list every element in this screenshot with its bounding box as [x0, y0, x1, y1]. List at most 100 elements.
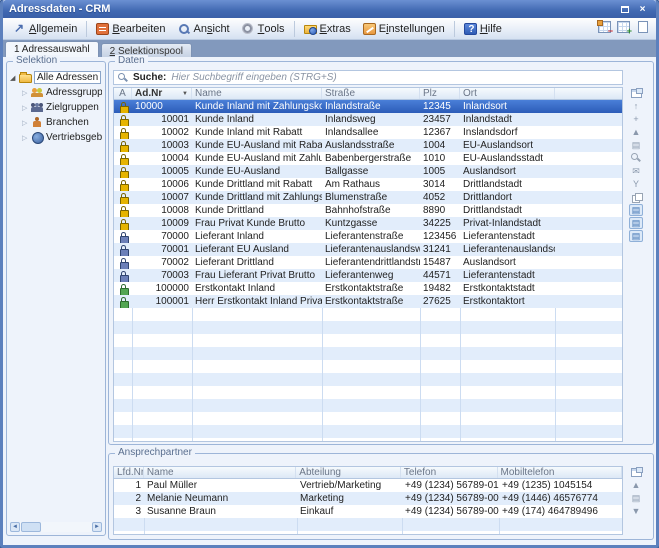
menu-bar: Allgemein Bearbeiten Ansicht — [3, 18, 656, 40]
menu-item[interactable]: Tools — [237, 21, 290, 37]
expand-icon[interactable]: + — [629, 113, 643, 125]
tree-root-alle-adressen[interactable]: ◢ Alle Adressen — [10, 70, 102, 85]
address-row[interactable]: 10002 Kunde Inland mit Rabatt Inlandsall… — [114, 126, 622, 139]
address-row[interactable]: 10007 Kunde Drittland mit Zahlungskondit… — [114, 191, 622, 204]
restore-button[interactable] — [617, 3, 632, 16]
tree-item[interactable]: ▷ Vertriebsgebiete — [10, 130, 102, 145]
address-row[interactable]: 10006 Kunde Drittland mit Rabatt Am Rath… — [114, 178, 622, 191]
col-header-telefon[interactable]: Telefon — [401, 467, 498, 478]
selektion-tree: ◢ Alle Adressen ▷ Adressgruppen ▷ — [10, 70, 102, 145]
menu-item[interactable]: Ansicht — [173, 21, 235, 37]
daten-side-toolbar: ↑ + ▲ ▤ ✉ Y ▤ ▤ ▤ — [629, 87, 645, 440]
toolbar-right: − + — [598, 21, 648, 33]
title-bar[interactable]: Adressdaten - CRM × — [3, 0, 656, 18]
search-detail-icon[interactable] — [629, 152, 643, 164]
tree-item-icon — [31, 117, 44, 128]
lock-icon — [120, 128, 127, 138]
contact-row[interactable]: 3 Susanne Braun Einkauf +49 (1234) 56789… — [114, 505, 622, 518]
view-button-3[interactable]: ▤ — [629, 230, 643, 242]
address-row[interactable]: 100001 Herr Erstkontakt Inland Privat Er… — [114, 295, 622, 308]
scroll-up-icon[interactable]: ▲ — [629, 479, 643, 491]
view-button-1[interactable]: ▤ — [629, 204, 643, 216]
col-header-adnr[interactable]: Ad.Nr▼ — [132, 88, 192, 99]
address-row[interactable]: 70000 Lieferant Inland Lieferantenstraße… — [114, 230, 622, 243]
contact-row[interactable]: 2 Melanie Neumann Marketing +49 (1234) 5… — [114, 492, 622, 505]
mail-icon[interactable]: ✉ — [629, 165, 643, 177]
copy-icon[interactable] — [629, 191, 643, 203]
address-row[interactable]: 100000 Erstkontakt Inland Erstkontaktstr… — [114, 282, 622, 295]
lock-icon — [120, 297, 127, 307]
menu-item[interactable]: Allgemein — [8, 21, 82, 37]
col-header-strasse[interactable]: Straße — [322, 88, 420, 99]
tree-item[interactable]: ▷ Zielgruppen — [10, 100, 102, 115]
new-document-icon[interactable] — [638, 21, 648, 33]
col-header-lfdnr[interactable]: Lfd.Nr. — [114, 467, 144, 478]
lock-icon — [120, 232, 127, 242]
address-row[interactable]: 10000 Kunde Inland mit Zahlungskondition… — [114, 100, 622, 113]
address-row[interactable]: 10005 Kunde EU-Ausland Ballgasse 1005 Au… — [114, 165, 622, 178]
selektion-hscrollbar[interactable]: ◄ ► — [10, 522, 102, 532]
menu-items: Allgemein Bearbeiten Ansicht — [7, 21, 508, 37]
scroll-down-icon[interactable]: ▼ — [629, 505, 643, 517]
address-row[interactable]: 10001 Kunde Inland Inlandsweg 23457 Inla… — [114, 113, 622, 126]
close-button[interactable]: × — [635, 3, 650, 16]
address-row[interactable]: 10004 Kunde EU-Ausland mit Zahlungskondt… — [114, 152, 622, 165]
menu-item[interactable]: Extras — [299, 21, 356, 37]
address-row[interactable]: 10003 Kunde EU-Ausland mit Rabatt Auslan… — [114, 139, 622, 152]
contact-row[interactable]: 1 Paul Müller Vertrieb/Marketing +49 (12… — [114, 479, 622, 492]
address-row[interactable]: 70003 Frau Lieferant Privat Brutto Liefe… — [114, 269, 622, 282]
tree-item[interactable]: ▷ Branchen — [10, 115, 102, 130]
address-row[interactable]: 10008 Kunde Drittland Bahnhofstraße 8890… — [114, 204, 622, 217]
menu-item[interactable]: Bearbeiten — [91, 21, 170, 37]
tree-item-icon — [31, 102, 44, 113]
menu-separator — [86, 21, 87, 37]
menu-item-icon — [96, 23, 109, 35]
search-icon — [118, 73, 128, 83]
list-view-icon[interactable]: ▤ — [629, 492, 643, 504]
menu-item-icon — [304, 25, 317, 34]
address-row[interactable]: 70002 Lieferant Drittland Lieferantendri… — [114, 256, 622, 269]
col-header-contact-name[interactable]: Name — [144, 467, 296, 478]
tree-children: ▷ Adressgruppen ▷ Zielgruppen ▷ — [10, 85, 102, 145]
menu-item[interactable]: Hilfe — [459, 21, 507, 37]
tree-collapsed-icon[interactable]: ▷ — [22, 89, 31, 97]
tab-strip: 1 Adressauswahl 2 Selektionspool — [3, 40, 656, 57]
column-chooser-icon[interactable] — [629, 87, 643, 99]
tree-collapsed-icon[interactable]: ▷ — [22, 104, 31, 112]
scroll-right-icon[interactable]: ► — [92, 522, 102, 532]
lock-icon — [120, 284, 127, 294]
address-row[interactable]: 70001 Lieferant EU Ausland Lieferantenau… — [114, 243, 622, 256]
column-chooser-icon[interactable] — [629, 466, 643, 478]
col-header-abteilung[interactable]: Abteilung — [296, 467, 401, 478]
scroll-left-icon[interactable]: ◄ — [10, 522, 20, 532]
col-header-mobiltelefon[interactable]: Mobiltelefon — [498, 467, 623, 478]
list-view-icon[interactable]: ▤ — [629, 139, 643, 151]
menu-item-icon — [178, 23, 191, 35]
filter-icon[interactable]: Y — [629, 178, 643, 190]
scroll-top-icon[interactable]: ↑ — [629, 100, 643, 112]
selektion-panel: Selektion ◢ Alle Adressen ▷ Adressgruppe… — [6, 61, 106, 536]
view-button-2[interactable]: ▤ — [629, 217, 643, 229]
col-header-ort[interactable]: Ort — [460, 88, 555, 99]
search-input[interactable]: Hier Suchbegriff eingeben (STRG+S) — [171, 72, 336, 83]
tree-expanded-icon[interactable]: ◢ — [10, 74, 19, 82]
menu-item[interactable]: Einstellungen — [358, 21, 450, 37]
col-header-plz[interactable]: Plz — [420, 88, 460, 99]
menu-separator — [294, 21, 295, 37]
scroll-thumb[interactable] — [21, 522, 41, 532]
scroll-up-icon[interactable]: ▲ — [629, 126, 643, 138]
menu-item-icon — [242, 23, 255, 35]
sort-desc-icon: ▼ — [182, 88, 188, 99]
tree-item[interactable]: ▷ Adressgruppen — [10, 85, 102, 100]
address-row[interactable]: 10009 Frau Privat Kunde Brutto Kuntzgass… — [114, 217, 622, 230]
tree-collapsed-icon[interactable]: ▷ — [22, 134, 31, 142]
search-label: Suche: — [133, 72, 166, 83]
tree-collapsed-icon[interactable]: ▷ — [22, 119, 31, 127]
search-bar[interactable]: Suche: Hier Suchbegriff eingeben (STRG+S… — [113, 70, 623, 85]
col-header-a[interactable]: A — [114, 88, 132, 99]
lock-icon — [120, 258, 127, 268]
content-area: Selektion ◢ Alle Adressen ▷ Adressgruppe… — [3, 57, 656, 544]
lock-icon — [120, 154, 127, 164]
col-header-name[interactable]: Name — [192, 88, 322, 99]
table-add-icon[interactable]: + — [617, 21, 630, 33]
